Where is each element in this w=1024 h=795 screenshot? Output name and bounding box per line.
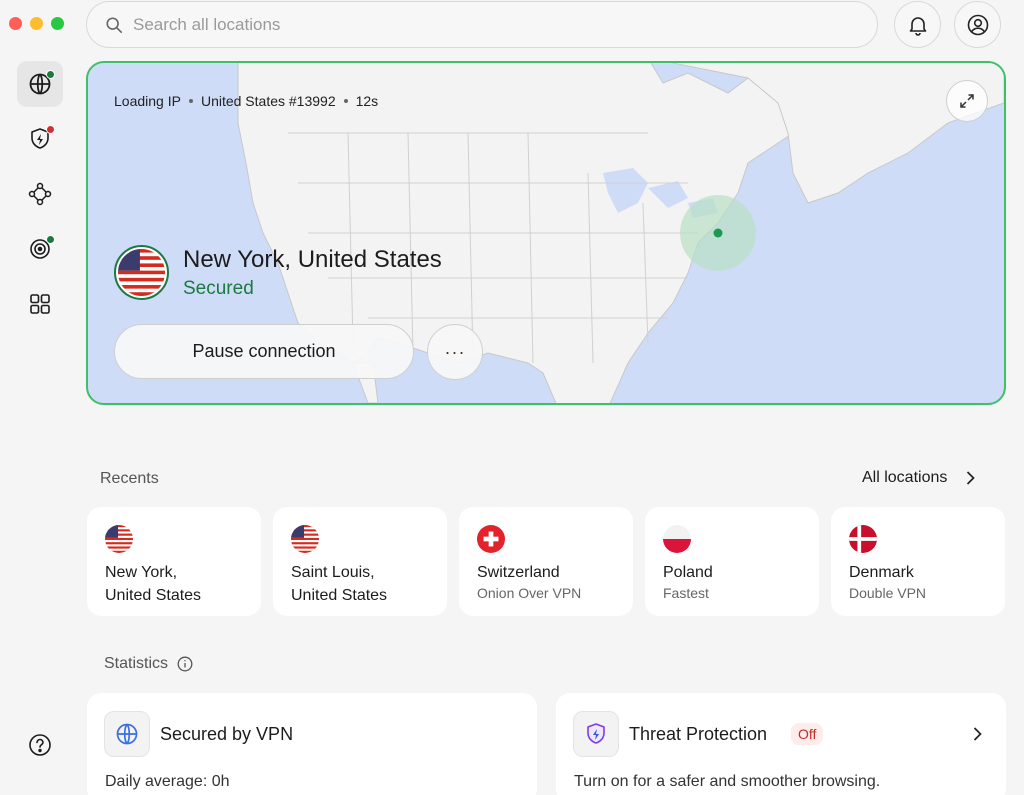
dk-flag-icon (849, 525, 877, 553)
connection-timer-text: 12s (355, 93, 379, 109)
help-icon (29, 734, 51, 756)
recent-location-card[interactable]: Poland Fastest (645, 507, 819, 616)
us-flag-icon (291, 525, 319, 553)
notifications-button[interactable] (894, 1, 941, 48)
meshnet-icon (28, 182, 52, 206)
zoom-window-button[interactable] (51, 17, 64, 30)
connection-status: Secured (183, 277, 254, 299)
recents-list: New York, United States Saint Louis, Unite… (87, 507, 1005, 616)
recent-location-card[interactable]: Saint Louis, United States (273, 507, 447, 616)
search-input[interactable] (133, 14, 833, 35)
threat-icon-box (573, 711, 619, 757)
recent-location-subtitle: Double VPN (849, 585, 927, 601)
vpn-daily-average: Daily average: 0h (105, 773, 230, 790)
us-flag-icon (114, 245, 169, 300)
vpn-stats-icon-box (104, 711, 150, 757)
meta-separator (188, 99, 193, 103)
statistics-heading-text: Statistics (104, 655, 169, 672)
vpn-status-dot (46, 70, 55, 79)
recent-location-title: Saint Louis, United States (291, 564, 388, 604)
recent-location-title: Poland (663, 564, 713, 581)
recents-heading: Recents (100, 470, 159, 487)
recent-location-card[interactable]: Denmark Double VPN (831, 507, 1005, 616)
monitor-status-dot (46, 235, 55, 244)
user-icon (967, 14, 988, 35)
pl-flag-icon (663, 525, 691, 553)
ch-flag-icon (477, 525, 505, 553)
grid-icon (30, 294, 50, 314)
recent-location-title: New York, United States (105, 564, 202, 604)
search-icon (106, 16, 123, 33)
server-name-text: United States #13992 (200, 93, 336, 109)
globe-icon (116, 723, 138, 745)
threat-protection-title: Threat Protection (629, 724, 768, 744)
recent-location-title: Switzerland (477, 564, 560, 581)
threat-protection-card[interactable]: Threat Protection Off Turn on for a safe… (556, 693, 1006, 795)
chevron-right-icon (967, 471, 976, 485)
vpn-stats-card[interactable]: Secured by VPN Daily average: 0h (87, 693, 537, 795)
help-button[interactable] (17, 722, 63, 768)
expand-map-button[interactable] (946, 80, 988, 122)
connection-info: New York, United States Secured (114, 245, 442, 300)
window-controls (9, 17, 64, 30)
sidebar-item-apps[interactable] (17, 281, 63, 327)
location-pin[interactable] (713, 228, 723, 238)
expand-icon (960, 94, 974, 108)
sidebar (17, 61, 63, 336)
connection-meta: Loading IP United States #13992 12s (114, 93, 378, 109)
threat-status-dot (46, 125, 55, 134)
threat-protection-description: Turn on for a safer and smoother browsin… (574, 773, 881, 790)
sidebar-item-threat-protection[interactable] (17, 116, 63, 162)
statistics-heading: Statistics (104, 655, 193, 673)
ip-status-text: Loading IP (114, 93, 181, 109)
status-badge: Off (791, 723, 824, 745)
close-window-button[interactable] (9, 17, 22, 30)
all-locations-label: All locations (862, 469, 948, 486)
map-card: Loading IP United States #13992 12s New … (86, 61, 1006, 405)
pause-connection-button[interactable]: Pause connection (114, 324, 414, 379)
shield-bolt-icon (587, 723, 605, 744)
recent-location-title: Denmark (849, 564, 914, 581)
recent-location-card[interactable]: Switzerland Onion Over VPN (459, 507, 633, 616)
us-flag-icon (105, 525, 133, 553)
recent-location-subtitle: Fastest (663, 585, 709, 601)
minimize-window-button[interactable] (30, 17, 43, 30)
vpn-stats-title: Secured by VPN (160, 724, 294, 744)
sidebar-item-vpn[interactable] (17, 61, 63, 107)
sidebar-item-meshnet[interactable] (17, 171, 63, 217)
recent-location-subtitle: Onion Over VPN (477, 585, 582, 601)
more-options-button[interactable]: ··· (427, 324, 483, 380)
sidebar-item-dark-web-monitor[interactable] (17, 226, 63, 272)
all-locations-link[interactable]: All locations (862, 469, 979, 487)
chevron-right-icon[interactable] (968, 725, 986, 743)
search-bar[interactable] (86, 1, 878, 48)
connected-location: New York, United States (183, 245, 442, 273)
account-button[interactable] (954, 1, 1001, 48)
meta-separator (343, 99, 348, 103)
info-icon[interactable] (177, 656, 193, 672)
bell-icon (909, 16, 926, 36)
recent-location-card[interactable]: New York, United States (87, 507, 261, 616)
